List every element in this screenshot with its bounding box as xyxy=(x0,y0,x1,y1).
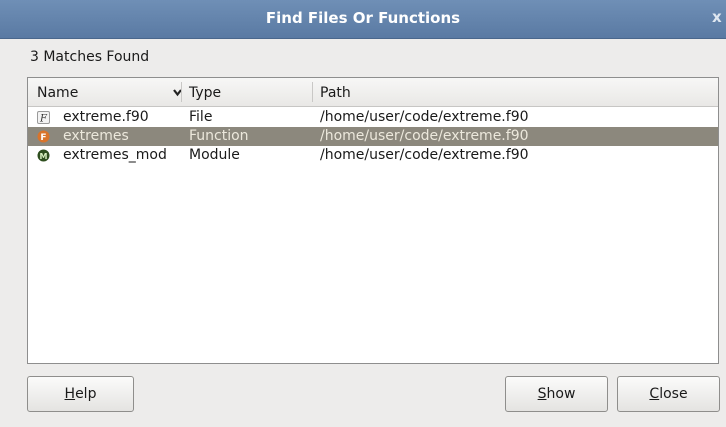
close-label-rest: lose xyxy=(659,386,688,402)
close-window-icon[interactable]: x xyxy=(712,8,726,26)
row-type: Function xyxy=(189,128,249,144)
list-header: Name Type Path xyxy=(28,78,718,107)
row-name: extreme.f90 xyxy=(63,109,149,125)
help-mnemonic: H xyxy=(64,386,76,402)
module-icon: M xyxy=(37,149,50,162)
list-item[interactable]: M extremes_mod Module /home/user/code/ex… xyxy=(28,146,718,165)
close-button[interactable]: Close xyxy=(617,376,720,412)
row-name: extremes_mod xyxy=(63,147,167,163)
row-type: File xyxy=(189,109,213,125)
row-type: Module xyxy=(189,147,240,163)
function-icon-glyph: F xyxy=(40,133,46,143)
function-icon: F xyxy=(37,130,50,143)
file-icon: F xyxy=(37,111,50,124)
window-title: Find Files Or Functions xyxy=(265,9,461,27)
row-path: /home/user/code/extreme.f90 xyxy=(320,109,529,125)
row-path: /home/user/code/extreme.f90 xyxy=(320,147,529,163)
module-icon-glyph: M xyxy=(40,152,48,161)
results-list[interactable]: Name Type Path F extreme.f90 File /home/… xyxy=(27,77,719,364)
column-header-name[interactable]: Name xyxy=(37,78,78,106)
file-icon-glyph: F xyxy=(39,114,48,125)
column-separator[interactable] xyxy=(181,82,182,102)
column-header-path[interactable]: Path xyxy=(320,78,351,106)
row-path: /home/user/code/extreme.f90 xyxy=(320,128,529,144)
title-bar: Find Files Or Functions x xyxy=(0,0,726,39)
column-header-type[interactable]: Type xyxy=(189,78,221,106)
close-mnemonic: C xyxy=(649,386,660,402)
list-item-selected[interactable]: F extremes Function /home/user/code/extr… xyxy=(28,127,718,146)
help-button[interactable]: Help xyxy=(27,376,134,412)
matches-count-label: 3 Matches Found xyxy=(30,49,150,65)
show-mnemonic: S xyxy=(537,386,547,402)
row-name: extremes xyxy=(63,128,129,144)
list-item[interactable]: F extreme.f90 File /home/user/code/extre… xyxy=(28,108,718,127)
show-button[interactable]: Show xyxy=(505,376,608,412)
show-label-rest: how xyxy=(546,386,576,402)
column-separator[interactable] xyxy=(312,82,313,102)
help-label-rest: elp xyxy=(75,386,97,402)
